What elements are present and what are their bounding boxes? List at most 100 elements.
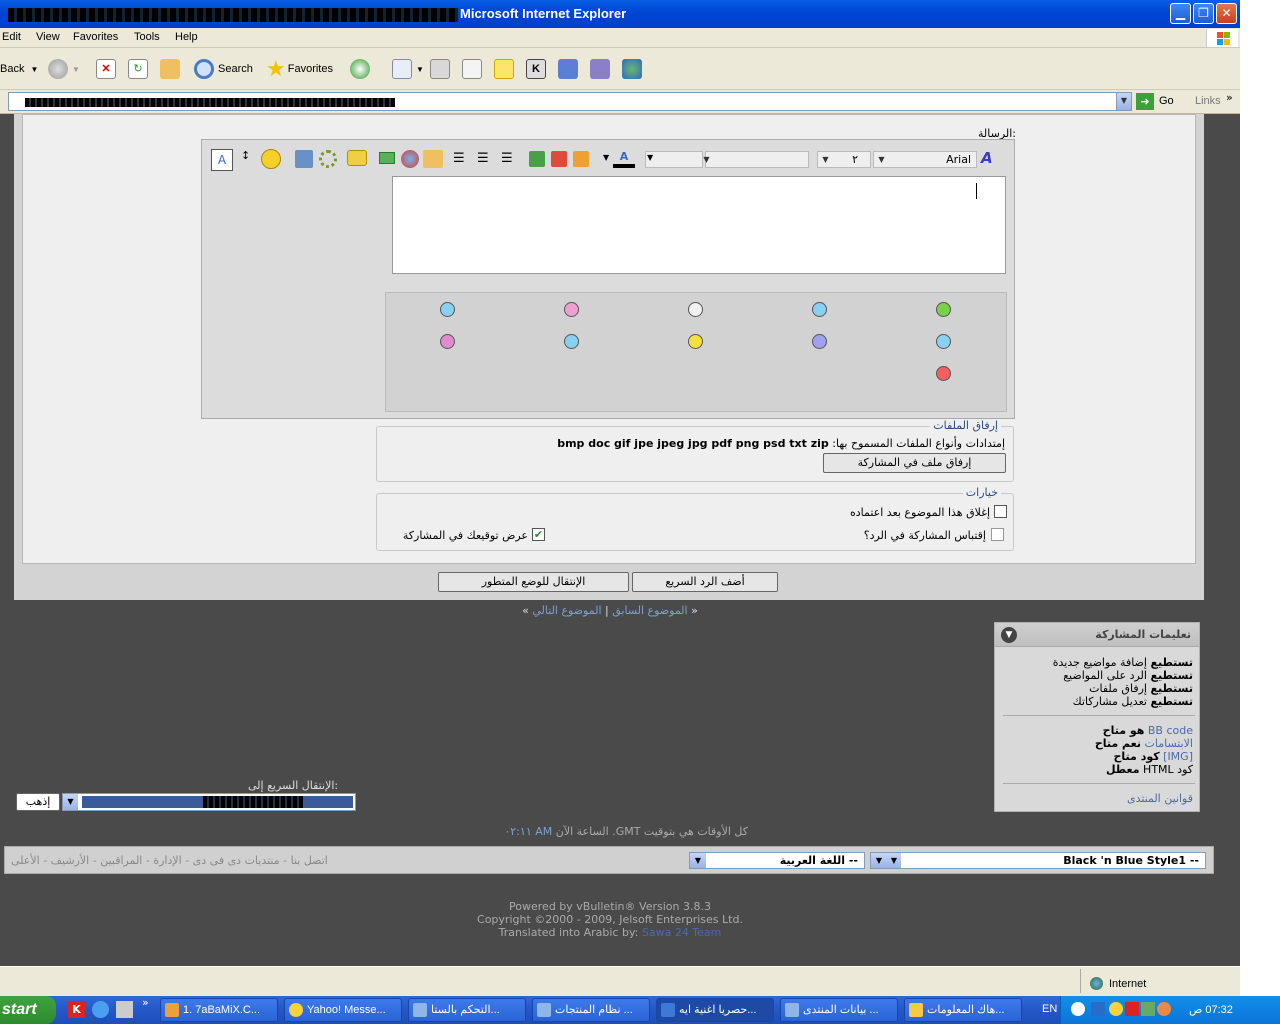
taskbar-item[interactable]: بيانات المنتدى ... bbox=[780, 998, 898, 1022]
smiley-smile-icon[interactable] bbox=[688, 334, 703, 349]
taskbar-item[interactable]: 1. 7aBaMiX.C... bbox=[160, 998, 278, 1022]
show-signature-checkbox[interactable]: ✔ bbox=[532, 528, 545, 541]
size-select[interactable]: ٢ ▼ bbox=[817, 151, 871, 168]
menu-view[interactable]: View bbox=[36, 31, 60, 43]
font-style-icon[interactable]: A bbox=[981, 149, 1001, 169]
kaspersky-icon[interactable]: K bbox=[68, 1001, 85, 1018]
email-icon[interactable] bbox=[379, 152, 395, 164]
previous-thread-link[interactable]: الموضوع السابق bbox=[612, 604, 687, 617]
menu-edit[interactable]: Edit bbox=[2, 31, 21, 43]
align-left-icon[interactable]: ☰ bbox=[453, 151, 465, 166]
smiley-happy-icon[interactable] bbox=[812, 302, 827, 317]
close-button[interactable]: ✕ bbox=[1216, 3, 1237, 24]
k-button[interactable]: K bbox=[526, 56, 550, 82]
box-icon[interactable] bbox=[551, 151, 567, 167]
img-link[interactable]: [IMG] bbox=[1163, 750, 1193, 763]
quick-nav-select[interactable]: ▼ bbox=[62, 793, 356, 811]
notes-button[interactable] bbox=[494, 56, 518, 82]
quote-post-checkbox[interactable] bbox=[991, 528, 1004, 541]
start-button[interactable]: start bbox=[0, 996, 56, 1024]
smiley-confused-icon[interactable] bbox=[440, 302, 455, 317]
quote-icon[interactable] bbox=[347, 150, 367, 166]
go-button[interactable]: Go bbox=[1159, 95, 1174, 107]
chevron-right-icon[interactable]: » bbox=[1226, 91, 1233, 104]
insert-image-icon[interactable] bbox=[423, 150, 443, 168]
smiley-angry-icon[interactable] bbox=[936, 366, 951, 381]
forum-rules-link[interactable]: قوانين المنتدى bbox=[1127, 792, 1193, 805]
stop-button[interactable]: ✕ bbox=[96, 56, 120, 82]
taskbar-item[interactable]: هاك المعلومات... bbox=[904, 998, 1022, 1022]
address-dropdown-icon[interactable]: ▼ bbox=[1116, 93, 1131, 110]
yahoo-messenger-icon[interactable] bbox=[1109, 1002, 1123, 1016]
posting-rules-header[interactable]: تعليمات المشاركة ▼ bbox=[995, 623, 1199, 647]
forward-button[interactable]: ▼ bbox=[48, 56, 80, 82]
address-input[interactable]: ▼ bbox=[8, 92, 1132, 111]
smiley-grin-icon[interactable] bbox=[936, 302, 951, 317]
search-button[interactable]: Search bbox=[194, 56, 253, 82]
research-button[interactable] bbox=[590, 56, 614, 82]
ie-quicklaunch-icon[interactable] bbox=[92, 1001, 109, 1018]
align-center-icon[interactable]: ☰ bbox=[477, 151, 489, 166]
collapse-icon[interactable]: ▼ bbox=[1001, 627, 1017, 643]
smiley-laugh-icon[interactable] bbox=[440, 334, 455, 349]
messenger-button[interactable] bbox=[558, 56, 582, 82]
text-color-icon[interactable]: A bbox=[613, 150, 635, 168]
menu-tools[interactable]: Tools bbox=[134, 31, 160, 43]
home-button[interactable] bbox=[160, 56, 184, 82]
taskbar-item[interactable]: Yahoo! Messe... bbox=[284, 998, 402, 1022]
quick-nav-go-button[interactable]: إذهب bbox=[16, 793, 60, 811]
taskbar-item[interactable]: التحكم بالستا... bbox=[408, 998, 526, 1022]
settings-icon[interactable] bbox=[319, 150, 337, 168]
highlight-select[interactable]: ▼ bbox=[645, 151, 710, 168]
resize-arrows-icon[interactable]: ↕ bbox=[241, 149, 250, 162]
refresh-button[interactable]: ↻ bbox=[128, 56, 152, 82]
quick-reply-button[interactable]: أضف الرد السريع bbox=[632, 572, 778, 592]
back-button[interactable]: Back ▼ bbox=[0, 56, 38, 82]
history-button[interactable] bbox=[350, 56, 374, 82]
antivirus-icon[interactable] bbox=[1125, 1002, 1139, 1016]
bbcode-link[interactable]: BB code bbox=[1148, 724, 1193, 737]
menu-help[interactable]: Help bbox=[175, 31, 198, 43]
box-icon[interactable] bbox=[573, 151, 589, 167]
smiley-sad-icon[interactable] bbox=[812, 334, 827, 349]
tray-app-icon[interactable] bbox=[1157, 1002, 1171, 1016]
tray-arrow-icon[interactable] bbox=[1071, 1002, 1085, 1016]
smiley-shocked-icon[interactable] bbox=[688, 302, 703, 317]
maximize-button[interactable]: ❐ bbox=[1193, 3, 1214, 24]
vertical-scrollbar[interactable] bbox=[1222, 114, 1240, 966]
language-select[interactable]: ▼ -- اللغة العربية bbox=[689, 852, 865, 869]
align-right-icon[interactable]: ☰ bbox=[501, 151, 513, 166]
menu-favorites[interactable]: Favorites bbox=[73, 31, 118, 43]
window-titlebar[interactable]: Microsoft Internet Explorer ▁ ❐ ✕ bbox=[0, 0, 1240, 28]
color-select[interactable] bbox=[705, 151, 809, 168]
tray-app-icon[interactable] bbox=[1141, 1002, 1155, 1016]
font-select[interactable]: Arial ▼ bbox=[873, 151, 977, 168]
smiley-wink-icon[interactable] bbox=[564, 334, 579, 349]
language-indicator[interactable]: EN bbox=[1042, 1003, 1057, 1015]
edit-button[interactable] bbox=[462, 56, 486, 82]
clock[interactable]: 07:32 ص bbox=[1189, 1003, 1233, 1016]
switch-mode-icon[interactable]: A bbox=[211, 149, 233, 171]
insert-link-icon[interactable] bbox=[401, 150, 419, 168]
favorites-button[interactable]: ★ Favorites bbox=[266, 56, 333, 82]
attach-file-button[interactable]: إرفاق ملف في المشاركة bbox=[823, 453, 1006, 473]
smilies-link[interactable]: الابتسامات bbox=[1145, 737, 1193, 750]
smiley-icon[interactable] bbox=[261, 149, 281, 169]
taskbar-item[interactable]: نظام المنتجات ... bbox=[532, 998, 650, 1022]
links-button[interactable]: Links bbox=[1195, 95, 1221, 107]
smiley-cool-icon[interactable] bbox=[936, 334, 951, 349]
translator-link[interactable]: Sawa 24 Team bbox=[642, 926, 722, 939]
go-arrow-icon[interactable]: ➜ bbox=[1136, 93, 1154, 110]
network-icon[interactable] bbox=[1091, 1002, 1105, 1016]
mail-button[interactable]: ▼ bbox=[392, 56, 424, 82]
next-thread-link[interactable]: الموضوع التالي bbox=[532, 604, 601, 617]
smiley-tongue-icon[interactable] bbox=[564, 302, 579, 317]
advanced-mode-button[interactable]: الإنتقال للوضع المتطور bbox=[438, 572, 629, 592]
spellcheck-icon[interactable] bbox=[295, 150, 313, 168]
message-textarea[interactable] bbox=[392, 176, 1006, 274]
close-thread-checkbox[interactable] bbox=[994, 505, 1007, 518]
style-select[interactable]: ▼ -- Black 'n Blue Style1 ▼ bbox=[870, 852, 1206, 869]
chevron-right-icon[interactable]: » bbox=[142, 996, 149, 1009]
footer-links[interactable]: اتصل بنا - منتديات دى فى دى - الإدارة - … bbox=[11, 854, 328, 867]
box-icon[interactable] bbox=[529, 151, 545, 167]
